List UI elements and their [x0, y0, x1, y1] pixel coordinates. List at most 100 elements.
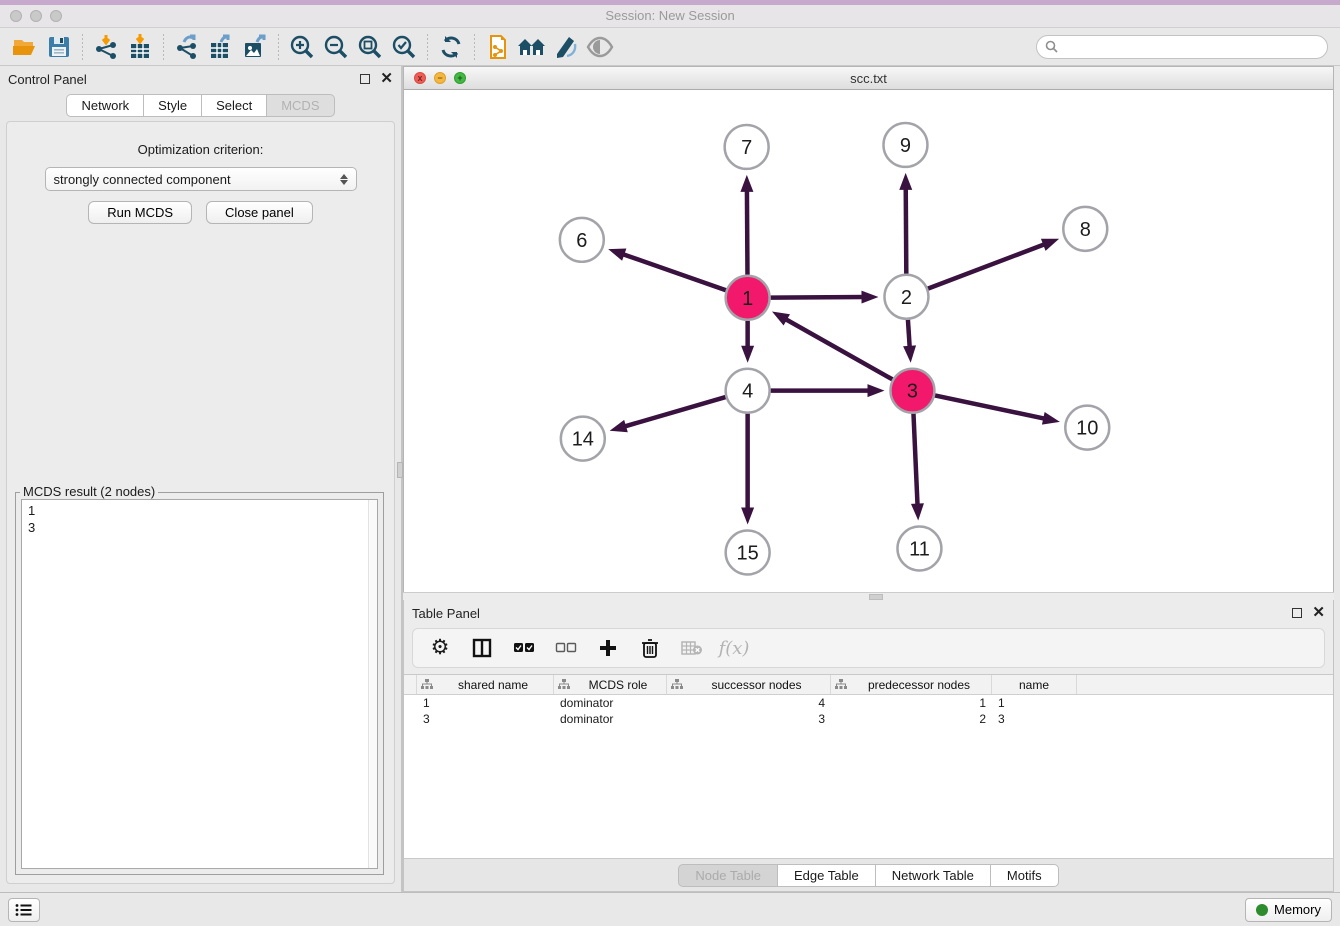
toolbar-separator: [82, 34, 83, 60]
search-input[interactable]: [1063, 39, 1319, 54]
edge-arrowhead: [610, 419, 628, 431]
edge-arrowhead: [741, 507, 754, 524]
select-all-columns-icon[interactable]: [511, 635, 537, 661]
task-list-icon: [15, 903, 33, 917]
edge-arrowhead: [741, 345, 754, 362]
status-bar: Memory: [0, 892, 1340, 926]
graph-node-label: 15: [737, 542, 759, 564]
column-header-name[interactable]: name: [992, 675, 1077, 694]
cell-predecessor-nodes: 1: [831, 696, 992, 710]
tab-style[interactable]: Style: [144, 94, 202, 117]
edge-arrowhead: [1042, 412, 1060, 425]
graph-node-label: 6: [576, 229, 587, 251]
delete-column-trash-icon[interactable]: [637, 635, 663, 661]
column-header-predecessor-nodes[interactable]: predecessor nodes: [831, 675, 992, 694]
zoom-fit-icon[interactable]: [353, 31, 387, 63]
edge-arrowhead: [899, 172, 912, 189]
edge-arrowhead: [868, 384, 885, 397]
run-mcds-button[interactable]: Run MCDS: [88, 201, 192, 224]
show-columns-icon[interactable]: [469, 635, 495, 661]
edge-arrowhead: [911, 503, 924, 520]
tab-edge-table[interactable]: Edge Table: [778, 864, 876, 887]
clone-network-icon[interactable]: [481, 31, 515, 63]
column-type-icon: [671, 679, 683, 690]
tab-mcds[interactable]: MCDS: [267, 94, 334, 117]
cell-mcds-role: dominator: [554, 712, 667, 726]
toolbar-separator: [163, 34, 164, 60]
cell-name: 1: [992, 696, 1077, 710]
edge-1-6[interactable]: [620, 253, 725, 290]
refresh-icon[interactable]: [434, 31, 468, 63]
cell-predecessor-nodes: 2: [831, 712, 992, 726]
criterion-dropdown[interactable]: strongly connected component: [45, 167, 357, 191]
save-session-icon[interactable]: [42, 31, 76, 63]
column-type-icon: [421, 679, 433, 690]
search-field[interactable]: [1036, 35, 1328, 59]
table-row[interactable]: 1 dominator 4 1 1: [404, 695, 1333, 711]
column-header-successor-nodes[interactable]: successor nodes: [667, 675, 831, 694]
network-window: x − + scc.txt 7968124314101511: [403, 66, 1334, 592]
control-panel-title: Control Panel: [8, 72, 87, 87]
main-toolbar: [0, 28, 1340, 66]
column-header-mcds-role[interactable]: MCDS role: [554, 675, 667, 694]
edge-3-11[interactable]: [913, 413, 917, 507]
dropdown-stepper-icon: [340, 174, 348, 185]
edge-3-1[interactable]: [783, 317, 892, 379]
task-history-button[interactable]: [8, 898, 40, 922]
first-neighbors-icon[interactable]: [515, 31, 549, 63]
zoom-out-icon[interactable]: [319, 31, 353, 63]
cell-successor-nodes: 4: [667, 696, 831, 710]
graph-node-label: 4: [742, 380, 753, 402]
column-header-shared-name[interactable]: shared name: [417, 675, 554, 694]
edge-1-7[interactable]: [747, 187, 748, 274]
tab-network-table[interactable]: Network Table: [876, 864, 991, 887]
vertical-splitter-grip[interactable]: [397, 462, 403, 478]
float-panel-icon[interactable]: [360, 74, 370, 84]
column-type-icon: [835, 679, 847, 690]
edge-2-3[interactable]: [908, 319, 910, 349]
edge-4-14[interactable]: [622, 397, 725, 427]
node-table[interactable]: shared name MCDS role successor nodes pr…: [404, 674, 1333, 859]
table-float-icon[interactable]: [1292, 608, 1302, 618]
tab-node-table[interactable]: Node Table: [678, 864, 778, 887]
zoom-selected-icon[interactable]: [387, 31, 421, 63]
annotation-icon[interactable]: [549, 31, 583, 63]
unselect-all-columns-icon[interactable]: [553, 635, 579, 661]
export-network-icon[interactable]: [170, 31, 204, 63]
tab-network[interactable]: Network: [66, 94, 144, 117]
export-image-icon[interactable]: [238, 31, 272, 63]
edge-1-2[interactable]: [771, 297, 866, 298]
table-row[interactable]: 3 dominator 3 2 3: [404, 711, 1333, 727]
delete-table-icon[interactable]: [679, 635, 705, 661]
edge-arrowhead: [1041, 238, 1059, 250]
open-file-icon[interactable]: [8, 31, 42, 63]
import-table-icon[interactable]: [123, 31, 157, 63]
tab-motifs[interactable]: Motifs: [991, 864, 1059, 887]
export-table-icon[interactable]: [204, 31, 238, 63]
network-canvas[interactable]: 7968124314101511: [404, 90, 1333, 592]
create-column-icon[interactable]: [595, 635, 621, 661]
cell-successor-nodes: 3: [667, 712, 831, 726]
edge-2-9[interactable]: [906, 185, 907, 273]
edge-arrowhead: [903, 345, 916, 362]
app-titlebar: Session: New Session: [0, 0, 1340, 28]
mcds-result-line: 1: [28, 502, 377, 519]
show-hide-icon[interactable]: [583, 31, 617, 63]
zoom-in-icon[interactable]: [285, 31, 319, 63]
table-options-gear-icon[interactable]: ⚙: [427, 635, 453, 661]
horizontal-splitter[interactable]: [403, 592, 1334, 600]
memory-button[interactable]: Memory: [1245, 898, 1332, 922]
edge-2-8[interactable]: [928, 243, 1047, 288]
result-scrollbar[interactable]: [368, 500, 377, 868]
mcds-result-list[interactable]: 1 3: [21, 499, 378, 869]
close-panel-icon[interactable]: ✕: [380, 74, 393, 84]
memory-label: Memory: [1274, 902, 1321, 917]
function-builder-icon[interactable]: f(x): [721, 635, 747, 661]
horizontal-splitter-grip[interactable]: [869, 594, 883, 600]
table-close-icon[interactable]: ✕: [1312, 608, 1325, 618]
tab-select[interactable]: Select: [202, 94, 267, 117]
close-panel-button[interactable]: Close panel: [206, 201, 313, 224]
criterion-dropdown-value: strongly connected component: [54, 172, 340, 187]
edge-3-10[interactable]: [935, 395, 1047, 419]
import-network-icon[interactable]: [89, 31, 123, 63]
